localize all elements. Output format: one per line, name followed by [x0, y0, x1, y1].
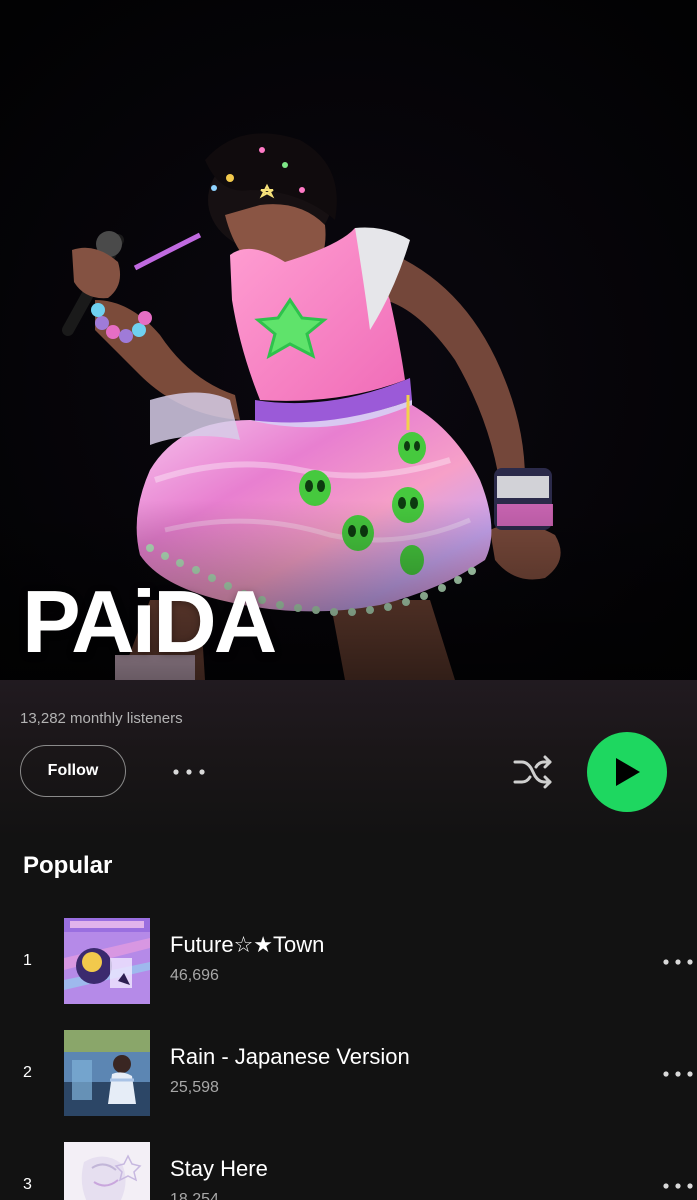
play-icon [616, 758, 640, 786]
track-play-count: 25,598 [170, 1079, 219, 1096]
track-more-button[interactable] [660, 950, 697, 974]
more-options-button[interactable] [167, 758, 211, 786]
shuffle-icon [513, 755, 552, 789]
track-row[interactable]: 3 Stay Here 18,254 [0, 1136, 697, 1200]
track-title: Rain - Japanese Version [170, 1044, 410, 1069]
track-more-button[interactable] [660, 1062, 697, 1086]
follow-button[interactable]: Follow [20, 745, 126, 797]
play-button[interactable] [587, 732, 667, 812]
more-horizontal-icon [663, 959, 693, 965]
popular-heading: Popular [23, 852, 113, 879]
track-title: Stay Here [170, 1156, 268, 1181]
monthly-listeners: 13,282 monthly listeners [20, 710, 183, 727]
more-horizontal-icon [173, 769, 205, 775]
album-art [64, 918, 150, 1004]
track-title: Future☆★Town [170, 932, 325, 957]
track-rank: 1 [23, 952, 32, 969]
album-art [64, 1142, 150, 1200]
track-play-count: 46,696 [170, 967, 219, 984]
track-rank: 3 [23, 1176, 32, 1193]
track-rank: 2 [23, 1064, 32, 1081]
track-row[interactable]: 2 Rain - Japanese Version 25,598 [0, 1024, 697, 1136]
album-art [64, 1030, 150, 1116]
shuffle-button[interactable] [509, 752, 557, 792]
track-row[interactable]: 1 Future☆★Town 46,696 [0, 912, 697, 1024]
popular-track-list: 1 Future☆★Town 46,696 2 Rain - Japanese … [0, 912, 697, 1200]
track-more-button[interactable] [660, 1174, 697, 1198]
more-horizontal-icon [663, 1183, 693, 1189]
more-horizontal-icon [663, 1071, 693, 1077]
artist-page: PAiDA 13,282 monthly listeners Follow Po [0, 0, 697, 1200]
track-play-count: 18,254 [170, 1191, 219, 1200]
artist-hero: PAiDA [0, 0, 697, 680]
artist-name: PAiDA [22, 572, 277, 671]
